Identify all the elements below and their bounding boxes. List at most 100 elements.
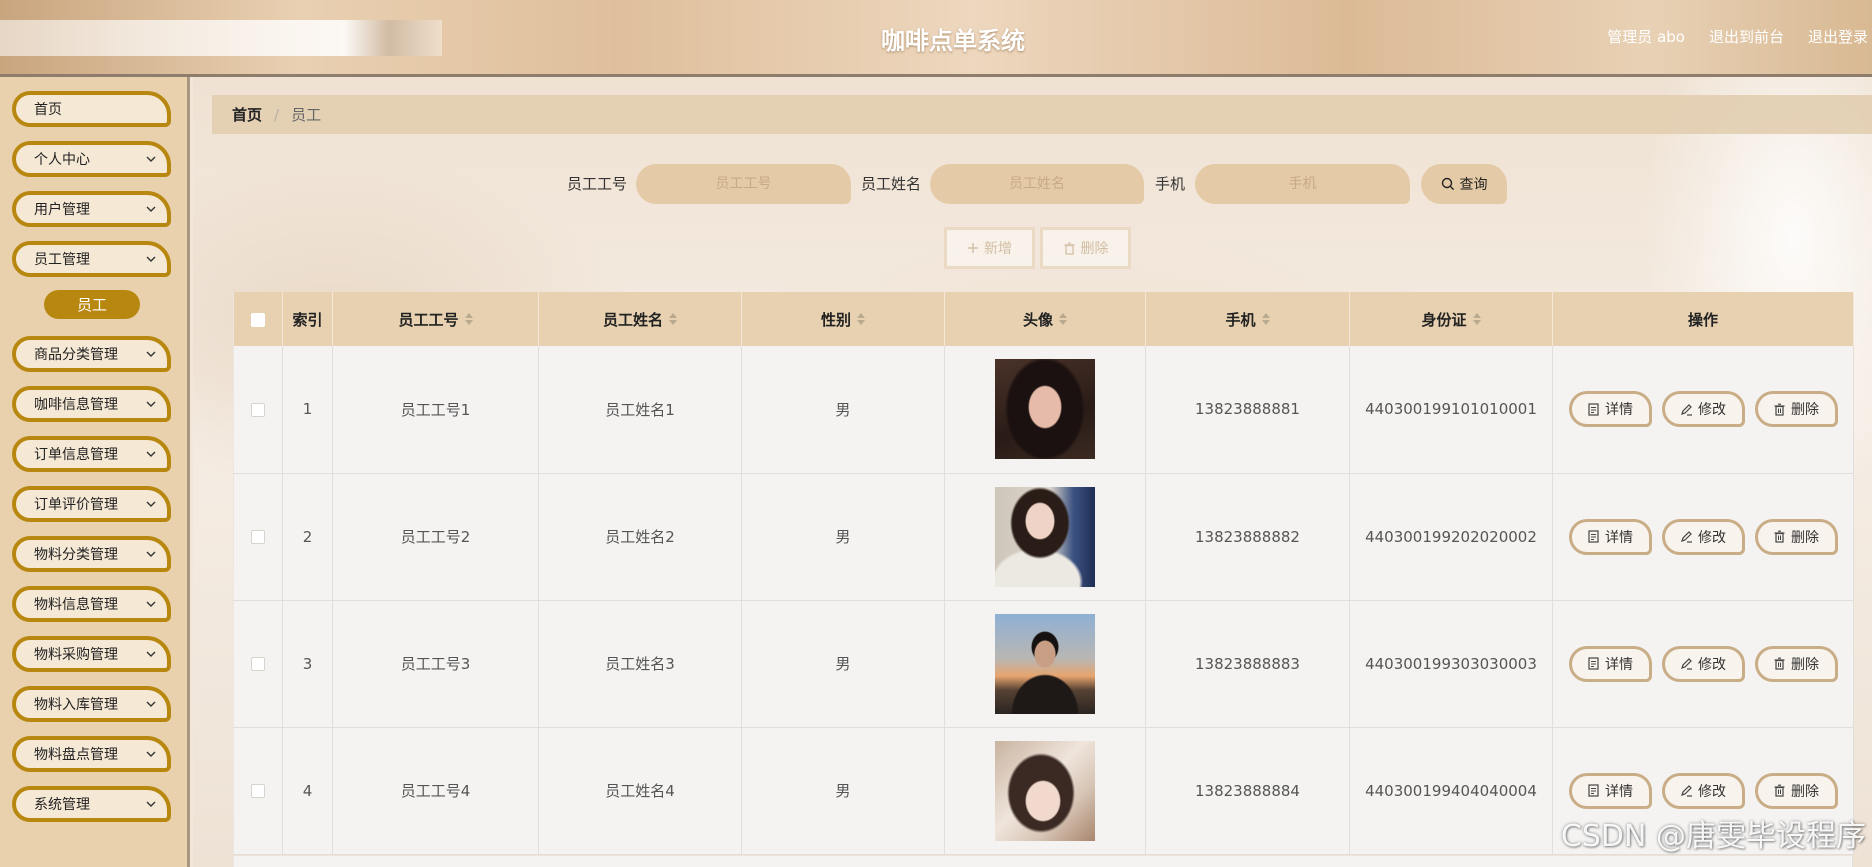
cell-index: 3 [282,600,333,728]
sidebar-item-system-management[interactable]: 系统管理 [12,786,171,822]
sidebar-item-home[interactable]: 首页 [12,91,171,127]
chevron-down-icon [145,253,157,265]
sidebar-item-material-purchase-management[interactable]: 物料采购管理 [12,636,171,672]
edit-button[interactable]: 修改 [1661,391,1745,428]
column-header-label: 性别 [820,310,851,329]
column-header-phone[interactable]: 手机 [1145,292,1350,346]
sidebar-menu: 首页个人中心用户管理员工管理员工商品分类管理咖啡信息管理订单信息管理 订单评价管理… [0,77,190,867]
sidebar-item-order-review-management[interactable]: 订单评价管理 [12,486,171,522]
employee-name-input[interactable] [930,164,1144,204]
row-checkbox[interactable] [251,657,265,671]
avatar-image [995,486,1095,587]
column-header-gender[interactable]: 性别 [741,292,945,346]
select-all-checkbox[interactable] [251,312,265,327]
edit-button[interactable]: 修改 [1661,772,1745,809]
header-decoration [0,20,442,56]
back-to-frontend-link[interactable]: 退出到前台 [1709,26,1784,47]
sidebar-item-label: 咖啡信息管理 [34,397,118,413]
phone-label: 手机 [1155,175,1186,193]
batch-delete-button[interactable]: 删除 [1040,227,1131,269]
delete-button[interactable]: 删除 [1754,518,1838,555]
cell-index-value: 2 [302,527,313,546]
logout-link[interactable]: 退出登录 [1808,26,1868,47]
document-icon [1587,784,1600,797]
column-header-label: 员工姓名 [602,310,663,329]
chevron-down-icon [145,448,157,460]
delete-button[interactable]: 删除 [1754,391,1838,428]
delete-button[interactable]: 删除 [1754,645,1838,682]
trash-icon [1773,657,1786,670]
trash-icon [1773,530,1786,543]
chevron-down-icon [145,203,157,215]
sidebar-item-material-inventory-management[interactable]: 物料盘点管理 [12,736,171,772]
sidebar-item-user-management[interactable]: 用户管理 [12,191,171,227]
column-header-id-card[interactable]: 身份证 [1349,292,1553,346]
cell-id-card-value: 440300199202020002 [1365,527,1537,546]
employee-no-label: 员工工号 [567,175,628,193]
sort-icon[interactable] [857,313,865,325]
cell-actions: 详情 修改 删除 [1552,600,1854,728]
cell-gender: 男 [741,346,945,474]
chevron-down-icon [145,348,157,360]
cell-id-card: 440300199202020002 [1349,473,1553,601]
table-row: 2 员工工号2 员工姓名2 男 13823888882 44030019920202000… [233,473,1854,601]
sidebar-item-order-info-management[interactable]: 订单信息管理 [12,436,171,472]
detail-button[interactable]: 详情 [1568,645,1652,682]
sidebar-item-personal-center[interactable]: 个人中心 [12,141,171,177]
sort-icon[interactable] [669,313,677,325]
row-checkbox[interactable] [251,402,265,417]
phone-input[interactable] [1195,164,1410,204]
cell-employee-no: 员工工号1 [332,346,539,474]
sort-icon[interactable] [1472,313,1481,325]
chevron-down-icon [145,598,157,610]
cell-phone: 13823888881 [1145,346,1350,474]
cell-phone-value: 13823888884 [1195,781,1300,800]
edit-label: 修改 [1698,783,1726,800]
sidebar-item-label: 用户管理 [34,202,90,218]
column-header-label: 身份证 [1421,310,1467,329]
chevron-down-icon [145,798,157,810]
table-body: 1 员工工号1 员工姓名1 男 13823888881 44030019910101000… [233,346,1854,855]
row-checkbox[interactable] [251,784,265,798]
edit-button[interactable]: 修改 [1661,518,1745,555]
row-actions: 详情 修改 删除 [1553,518,1853,555]
add-button[interactable]: 新增 [944,227,1035,269]
cell-avatar [944,346,1146,474]
top-header: 咖啡点单系统 管理员 abo 退出到前台 退出登录 [0,0,1872,77]
sidebar-item-material-category-management[interactable]: 物料分类管理 [12,536,171,572]
sidebar-item-label: 员工管理 [34,252,90,268]
edit-button[interactable]: 修改 [1661,645,1745,682]
detail-button[interactable]: 详情 [1568,518,1652,555]
breadcrumb-home[interactable]: 首页 [232,104,262,125]
detail-button[interactable]: 详情 [1568,772,1652,809]
sidebar-item-material-info-management[interactable]: 物料信息管理 [12,586,171,622]
row-checkbox[interactable] [251,530,265,544]
detail-label: 详情 [1605,402,1633,419]
sidebar-item-product-category-management[interactable]: 商品分类管理 [12,336,171,372]
sort-icon[interactable] [1059,313,1067,325]
pencil-icon [1680,657,1693,670]
column-header-avatar[interactable]: 头像 [944,292,1146,346]
sort-icon[interactable] [1261,313,1270,325]
employee-no-input[interactable] [636,164,851,204]
sidebar-item-employee-management[interactable]: 员工管理 [12,241,171,277]
sort-icon[interactable] [464,313,473,325]
sidebar-subitem-employee[interactable]: 员工 [44,290,140,319]
avatar-image [995,359,1095,460]
cell-id-card-value: 440300199303030003 [1365,654,1537,673]
column-header-employee-name[interactable]: 员工姓名 [538,292,742,346]
sidebar-item-material-stock-in-management[interactable]: 物料入库管理 [12,686,171,722]
app-title: 咖啡点单系统 [881,27,1025,55]
cell-employee-no-value: 员工工号3 [400,655,471,673]
query-button[interactable]: 查询 [1421,164,1507,204]
sidebar-item-coffee-info-management[interactable]: 咖啡信息管理 [12,386,171,422]
employee-table: 索引 员工工号 员工姓名 性别 头像 手机 身份证 操作 1 员工工号1 员工姓名1 男 138238… [233,292,1854,855]
row-select-cell [233,346,283,474]
detail-button[interactable]: 详情 [1568,391,1652,428]
column-header-employee-no[interactable]: 员工工号 [332,292,539,346]
delete-button[interactable]: 删除 [1754,772,1838,809]
sidebar-item-label: 物料信息管理 [34,597,118,613]
cell-index: 2 [282,473,333,601]
delete-label: 删除 [1791,783,1819,800]
pencil-icon [1680,530,1693,543]
